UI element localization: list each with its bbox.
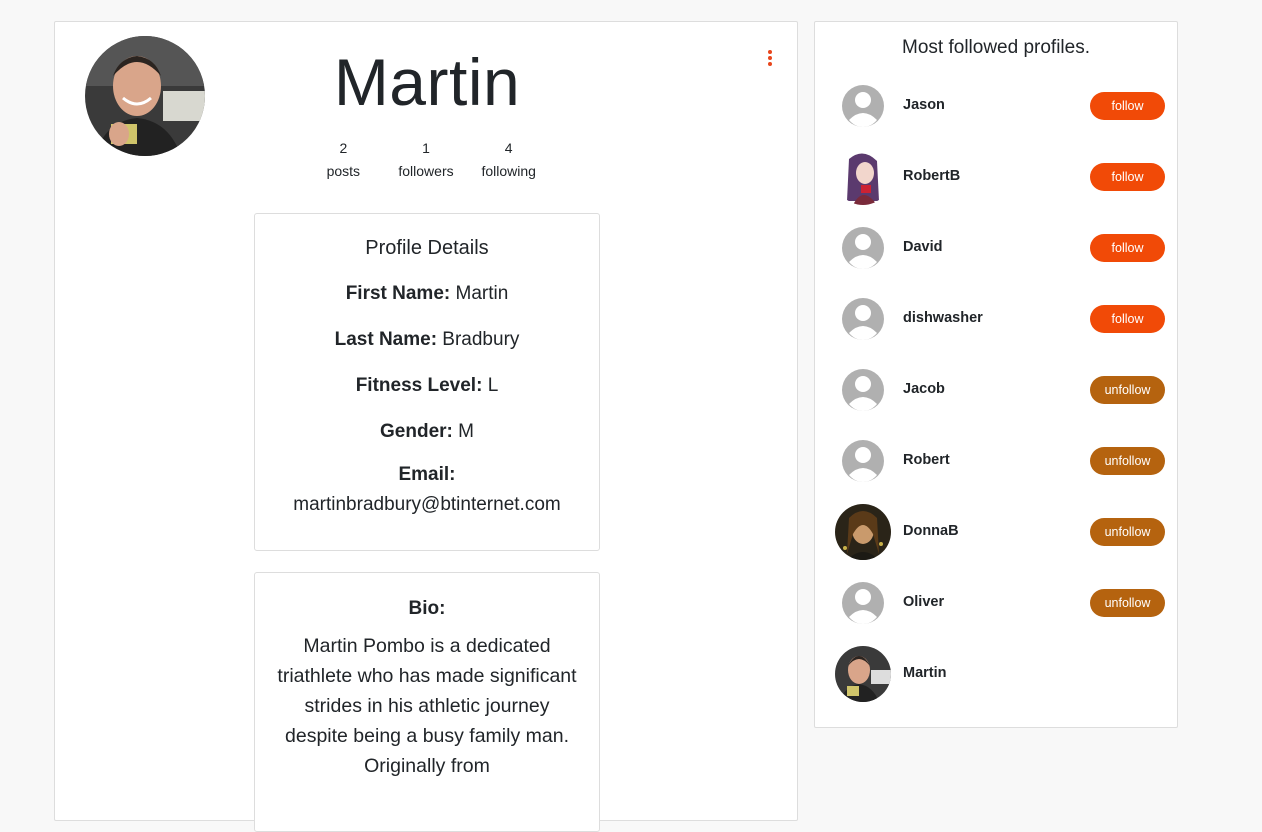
profile-card: Martin 2 posts 1 followers 4 following P… xyxy=(54,21,798,832)
profile-list-item[interactable]: DonnaB unfollow xyxy=(815,504,1179,575)
fitness-level-label: Fitness Level: xyxy=(355,375,483,396)
fitness-level-row: Fitness Level: L xyxy=(255,374,599,398)
gender-label: Gender: xyxy=(380,421,453,442)
stat-value: 2 xyxy=(339,140,348,156)
email-label: Email: xyxy=(398,464,456,485)
last-name-label: Last Name: xyxy=(334,329,438,350)
stat-following[interactable]: 4 following xyxy=(467,137,550,183)
bio-text: Martin Pombo is a dedicated triathlete w… xyxy=(277,635,577,777)
unfollow-button[interactable]: unfollow xyxy=(1090,589,1165,617)
avatar[interactable] xyxy=(835,220,891,276)
profile-username[interactable]: Jason xyxy=(903,97,945,113)
gender-row: Gender: M xyxy=(255,420,599,444)
more-options-icon[interactable] xyxy=(763,49,777,67)
profile-list-item[interactable]: David follow xyxy=(815,220,1179,291)
gender-value: M xyxy=(458,421,474,442)
unfollow-button[interactable]: unfollow xyxy=(1090,518,1165,546)
profile-name: Martin xyxy=(333,45,521,119)
avatar[interactable] xyxy=(835,575,891,631)
most-followed-title: Most followed profiles. xyxy=(902,37,1090,58)
first-name-row: First Name: Martin xyxy=(255,282,599,306)
stat-label: posts xyxy=(326,163,361,179)
profile-username[interactable]: Oliver xyxy=(903,594,944,610)
fitness-level-value: L xyxy=(487,375,499,396)
avatar[interactable] xyxy=(835,149,891,205)
profile-username[interactable]: Robert xyxy=(903,452,950,468)
profile-list-item[interactable]: Jason follow xyxy=(815,78,1179,149)
profile-username[interactable]: Martin xyxy=(903,665,947,681)
bio-title: Bio: xyxy=(408,598,446,619)
profile-username[interactable]: DonnaB xyxy=(903,523,959,539)
stat-followers[interactable]: 1 followers xyxy=(385,137,468,183)
avatar[interactable] xyxy=(835,433,891,489)
follow-button[interactable]: follow xyxy=(1090,305,1165,333)
follow-button[interactable]: follow xyxy=(1090,92,1165,120)
unfollow-button[interactable]: unfollow xyxy=(1090,447,1165,475)
follow-button[interactable]: follow xyxy=(1090,163,1165,191)
profile-list-item[interactable]: RobertB follow xyxy=(815,149,1179,220)
first-name-label: First Name: xyxy=(345,283,451,304)
profile-list-item[interactable]: dishwasher follow xyxy=(815,291,1179,362)
avatar[interactable] xyxy=(835,504,891,560)
last-name-value: Bradbury xyxy=(442,329,520,350)
profile-details-title: Profile Details xyxy=(365,237,489,259)
stat-label: following xyxy=(481,163,536,179)
follow-button[interactable]: follow xyxy=(1090,234,1165,262)
first-name-value: Martin xyxy=(455,283,509,304)
stat-value: 4 xyxy=(504,140,513,156)
profile-list-item[interactable]: Robert unfollow xyxy=(815,433,1179,504)
profile-username[interactable]: RobertB xyxy=(903,168,960,184)
most-followed-list: Jason follow RobertB follow David follow dishw… xyxy=(815,78,1179,717)
profile-username[interactable]: Jacob xyxy=(903,381,945,397)
profile-username[interactable]: dishwasher xyxy=(903,310,983,326)
email-row: Email: martinbradbury@btinternet.com xyxy=(255,460,599,520)
profile-details-card: Profile Details First Name: Martin Last … xyxy=(254,213,600,551)
profile-list-item[interactable]: Oliver unfollow xyxy=(815,575,1179,646)
profile-stats: 2 posts 1 followers 4 following xyxy=(302,137,550,183)
stat-value: 1 xyxy=(422,140,430,156)
stat-posts[interactable]: 2 posts xyxy=(302,137,385,183)
profile-username[interactable]: David xyxy=(903,239,943,255)
last-name-row: Last Name: Bradbury xyxy=(255,328,599,352)
profile-list-item[interactable]: Martin xyxy=(815,646,1179,717)
bio-card: Bio: Martin Pombo is a dedicated triathl… xyxy=(254,572,600,832)
profile-list-item[interactable]: Jacob unfollow xyxy=(815,362,1179,433)
most-followed-card: Most followed profiles. Jason follow Rober… xyxy=(814,21,1178,728)
email-value: martinbradbury@btinternet.com xyxy=(293,494,561,515)
avatar[interactable] xyxy=(835,291,891,347)
unfollow-button[interactable]: unfollow xyxy=(1090,376,1165,404)
avatar[interactable] xyxy=(835,362,891,418)
stat-label: followers xyxy=(398,163,454,179)
avatar[interactable] xyxy=(835,78,891,134)
avatar[interactable] xyxy=(835,646,891,702)
